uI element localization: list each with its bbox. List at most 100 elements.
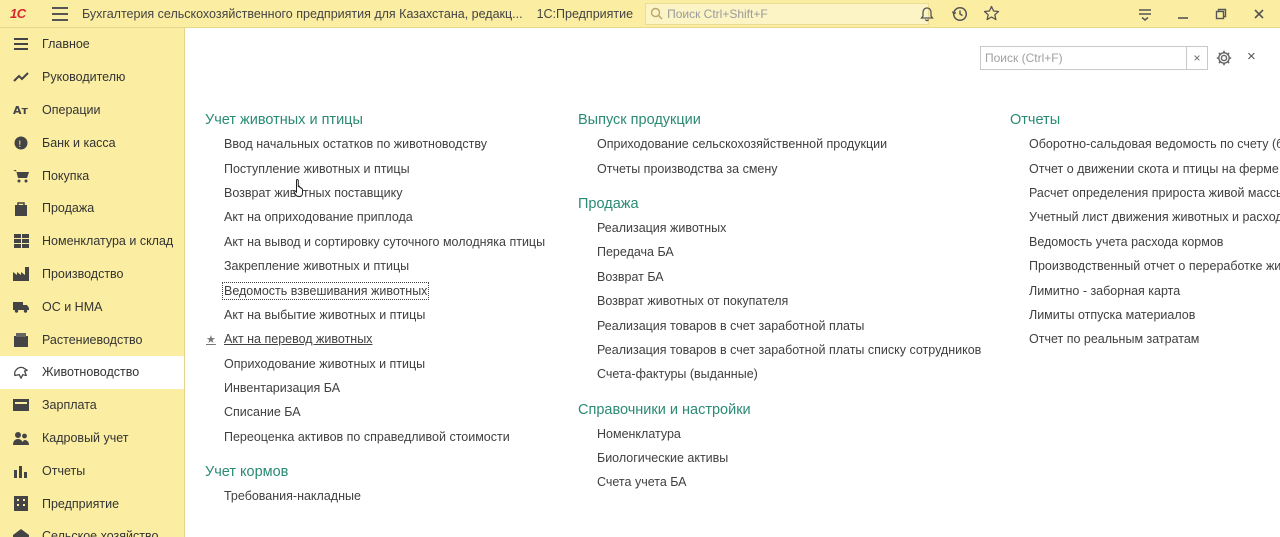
panel-link[interactable]: Расчет определения прироста живой массы: [1029, 181, 1280, 205]
panel-link[interactable]: Акт на вывод и сортировку суточного моло…: [224, 230, 545, 254]
panel-link[interactable]: Номенклатура: [597, 422, 981, 446]
panel-search-placeholder: Поиск (Ctrl+F): [985, 51, 1063, 65]
panel-link[interactable]: Реализация товаров в счет заработной пла…: [597, 338, 981, 362]
column-animals: Учет животных и птицы Ввод начальных оста…: [205, 108, 545, 508]
panel-link[interactable]: Переоценка активов по справедливой стоим…: [224, 425, 545, 449]
panel-link[interactable]: Возврат животных поставщику: [224, 181, 545, 205]
sidebar-item-9[interactable]: Растениеводство: [0, 323, 184, 356]
panel-link-label: Требования-накладные: [224, 489, 361, 504]
history-icon[interactable]: [950, 5, 968, 23]
panel-link[interactable]: Возврат животных от покупателя: [597, 289, 981, 313]
panel-link[interactable]: Реализация животных: [597, 216, 981, 240]
panel-link-label: Расчет определения прироста живой массы: [1029, 185, 1280, 200]
star-icon[interactable]: [982, 5, 1000, 23]
animal-icon: [13, 364, 29, 380]
sections-sidebar: Главное Руководителю Aт Операции! Банк и кас…: [0, 28, 185, 537]
panel-link[interactable]: ★ Акт на перевод животных: [206, 327, 545, 351]
sidebar-item-0[interactable]: Главное: [0, 28, 184, 61]
sidebar-item-4[interactable]: Покупка: [0, 159, 184, 192]
panel-link[interactable]: Ведомость учета расхода кормов: [1029, 230, 1280, 254]
close-icon[interactable]: [1250, 5, 1268, 23]
panel-link-label: Лимиты отпуска материалов: [1029, 307, 1196, 322]
sidebar-item-7[interactable]: Производство: [0, 258, 184, 291]
panel-search-input[interactable]: Поиск (Ctrl+F) ×: [980, 46, 1208, 70]
panel-link[interactable]: Акт на выбытие животных и птицы: [224, 303, 545, 327]
panel-link-label: Поступление животных и птицы: [224, 161, 410, 176]
main-menu-icon[interactable]: [52, 6, 68, 21]
sidebar-item-3[interactable]: ! Банк и касса: [0, 126, 184, 159]
panel-link[interactable]: Лимиты отпуска материалов: [1029, 303, 1280, 327]
global-search-input[interactable]: Поиск Ctrl+Shift+F: [645, 2, 930, 25]
panel-link-label: Реализация животных: [597, 220, 727, 235]
panel-link[interactable]: Реализация товаров в счет заработной пла…: [597, 313, 981, 337]
sidebar-item-14[interactable]: Предприятие: [0, 487, 184, 520]
column-production: Выпуск продукции Оприходование сельскохоз…: [578, 108, 981, 495]
bell-icon[interactable]: [918, 5, 936, 23]
panel-link[interactable]: Передача БА: [597, 240, 981, 264]
global-search-placeholder: Поиск Ctrl+Shift+F: [667, 6, 768, 21]
panel-link[interactable]: Производственный отчет о переработке жив: [1029, 254, 1280, 278]
panel-link-label: Возврат животных поставщику: [224, 185, 403, 200]
panel-link[interactable]: Отчет о движении скота и птицы на ферме: [1029, 156, 1280, 180]
sidebar-item-11[interactable]: Зарплата: [0, 389, 184, 422]
panel-link-label: Ведомость учета расхода кормов: [1029, 234, 1224, 249]
panel-link[interactable]: Оприходование сельскохозяйственной проду…: [597, 132, 981, 156]
panel-close-button[interactable]: ×: [1247, 49, 1261, 65]
favorite-star-icon[interactable]: ★: [206, 333, 216, 346]
sidebar-item-label: Номенклатура и склад: [42, 234, 174, 249]
svg-text:Aт: Aт: [13, 104, 29, 117]
sidebar-item-label: Растениеводство: [42, 332, 143, 347]
restore-icon[interactable]: [1212, 5, 1230, 23]
panel-link[interactable]: Лимитно - заборная карта: [1029, 278, 1280, 302]
panel-link[interactable]: Отчет по реальным затратам: [1029, 327, 1280, 351]
sidebar-item-1[interactable]: Руководителю: [0, 61, 184, 94]
sidebar-item-6[interactable]: Номенклатура и склад: [0, 225, 184, 258]
sidebar-item-15[interactable]: Сельское хозяйство: [0, 520, 184, 537]
sidebar-item-12[interactable]: Кадровый учет: [0, 422, 184, 455]
section-title: Отчеты: [1010, 112, 1061, 128]
panel-link[interactable]: Отчеты производства за смену: [597, 156, 981, 180]
panel-link-label: Возврат БА: [597, 269, 664, 284]
truck-icon: [13, 299, 29, 315]
sidebar-item-2[interactable]: Aт Операции: [0, 94, 184, 127]
panel-link[interactable]: Акт на оприходование приплода: [224, 205, 545, 229]
panel-link-label: Ввод начальных остатков по животноводств…: [224, 137, 487, 152]
panel-link[interactable]: Учетный лист движения животных и расход: [1029, 205, 1280, 229]
sidebar-item-label: Предприятие: [42, 496, 120, 511]
panel-link[interactable]: Оприходование животных и птицы: [224, 352, 545, 376]
panel-link-label: Отчет о движении скота и птицы на ферме: [1029, 161, 1279, 176]
panel-link[interactable]: Закрепление животных и птицы: [224, 254, 545, 278]
bag-icon: [13, 200, 29, 216]
salary-icon: [13, 397, 29, 413]
panel-link[interactable]: Требования-накладные: [224, 484, 545, 508]
panel-link[interactable]: Счета-фактуры (выданные): [597, 362, 981, 386]
panel-link[interactable]: Списание БА: [224, 400, 545, 424]
panel-link-label: Акт на выбытие животных и птицы: [224, 307, 426, 322]
panel-link[interactable]: Поступление животных и птицы: [224, 156, 545, 180]
settings-lines-icon[interactable]: [1136, 5, 1154, 23]
section-title: Справочники и настройки: [578, 401, 751, 418]
panel-link[interactable]: Биологические активы: [597, 446, 981, 470]
factory-icon: [13, 266, 29, 282]
clear-search-button[interactable]: ×: [1186, 47, 1207, 69]
panel-link[interactable]: Оборотно-сальдовая ведомость по счету (б: [1029, 132, 1280, 156]
gear-icon[interactable]: [1215, 49, 1233, 67]
minimize-icon[interactable]: [1174, 5, 1192, 23]
panel-link-label: Передача БА: [597, 245, 674, 260]
panel-link[interactable]: Инвентаризация БА: [224, 376, 545, 400]
panel-link-label: Акт на оприходование приплода: [224, 210, 413, 225]
panel-link[interactable]: Счета учета БА: [597, 470, 981, 494]
sidebar-item-10[interactable]: Животноводство: [0, 355, 184, 389]
sidebar-item-5[interactable]: Продажа: [0, 192, 184, 225]
panel-link[interactable]: Ведомость взвешивания животных: [221, 278, 545, 302]
app-logo: 1С: [10, 6, 26, 21]
panel-link[interactable]: Ввод начальных остатков по животноводств…: [224, 132, 545, 156]
sidebar-item-8[interactable]: ОС и НМА: [0, 290, 184, 323]
panel-link-label: Номенклатура: [597, 426, 681, 441]
menu-lines-icon: [13, 36, 29, 52]
panel-link[interactable]: Возврат БА: [597, 265, 981, 289]
sidebar-item-13[interactable]: Отчеты: [0, 454, 184, 487]
sidebar-item-label: Зарплата: [42, 398, 97, 413]
app-subtitle: 1С:Предприятие: [536, 6, 634, 21]
